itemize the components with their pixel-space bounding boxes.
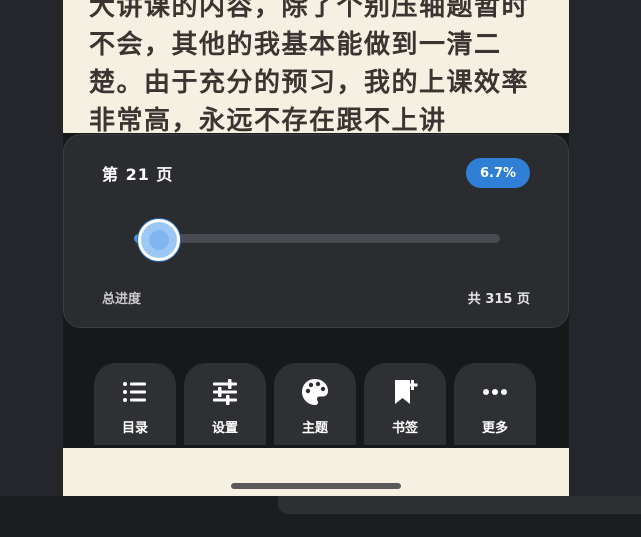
bookmark-button[interactable]: 书签: [364, 363, 446, 445]
more-label: 更多: [481, 421, 508, 436]
reader-action-bar: 目录 设置 主题 书签 更多: [94, 363, 540, 448]
settings-label: 设置: [211, 421, 238, 436]
desktop-side-panel: [278, 496, 641, 514]
bookmark-label: 书签: [391, 421, 418, 436]
sliders-icon: [213, 379, 237, 405]
settings-button[interactable]: 设置: [184, 363, 266, 445]
toc-button[interactable]: 目录: [94, 363, 176, 445]
book-text: 大讲课的内容，除了个别压轴题暂时不会，其他的我基本能做到一清二楚。由于充分的预习…: [89, 0, 530, 136]
theme-button[interactable]: 主题: [274, 363, 356, 445]
more-button[interactable]: 更多: [454, 363, 536, 445]
total-progress-label: 总进度: [102, 292, 142, 307]
progress-panel: 第 21 页 6.7% 总进度 共 315 页: [63, 134, 569, 328]
progress-slider-track[interactable]: [134, 234, 500, 243]
palette-icon: [302, 379, 328, 405]
theme-label: 主题: [301, 421, 328, 436]
toc-label: 目录: [121, 421, 148, 436]
current-page-label: 第 21 页: [102, 165, 174, 184]
percent-badge: 6.7%: [466, 158, 530, 188]
more-horizontal-icon: [483, 389, 507, 395]
progress-slider-thumb[interactable]: [137, 219, 180, 261]
total-pages-label: 共 315 页: [467, 292, 530, 307]
bookmark-add-icon: [395, 380, 418, 404]
reader-screen: 大讲课的内容，除了个别压轴题暂时不会，其他的我基本能做到一清二楚。由于充分的预习…: [63, 0, 569, 496]
home-indicator[interactable]: [231, 483, 401, 489]
list-icon: [123, 382, 146, 402]
